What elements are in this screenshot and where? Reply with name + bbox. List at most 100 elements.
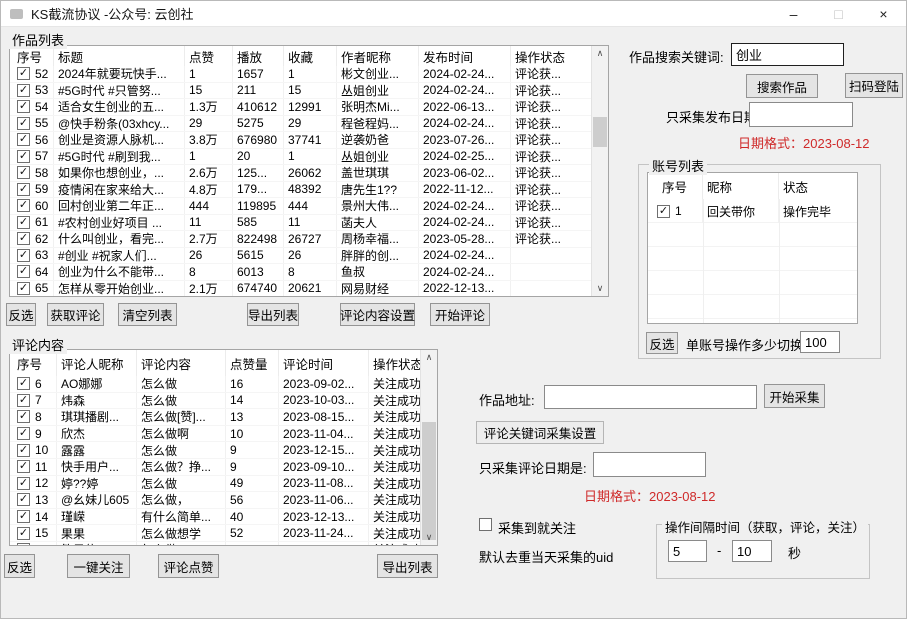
table-row[interactable]: ✓65怎样从零开始创业...2.1万67474020621网易财经2022-12…	[10, 281, 591, 298]
row-checkbox[interactable]: ✓	[17, 460, 30, 473]
scroll-down-icon[interactable]: ∨	[592, 281, 608, 296]
column-header[interactable]: 昵称	[703, 173, 779, 199]
table-row[interactable]: ✓8琪琪播剧...怎么做[赞]...132023-08-15...关注成功	[10, 409, 420, 426]
row-checkbox[interactable]: ✓	[17, 394, 30, 407]
column-header[interactable]: 操作状态	[511, 46, 591, 66]
table-row[interactable]: ✓56创业是资源人脉机...3.8万67698037741逆袭奶爸2023-07…	[10, 132, 591, 149]
row-checkbox[interactable]: ✓	[17, 249, 30, 262]
scroll-up-icon[interactable]: ∧	[421, 350, 437, 365]
table-row[interactable]: ✓11快手用户...怎么做？挣...92023-09-10...关注成功	[10, 459, 420, 476]
column-header[interactable]: 评论时间	[279, 350, 369, 376]
interval-max-input[interactable]	[732, 540, 772, 562]
row-checkbox[interactable]: ✓	[17, 282, 30, 295]
row-checkbox[interactable]: ✓	[17, 84, 30, 97]
row-checkbox[interactable]: ✓	[17, 199, 30, 212]
table-row[interactable]: ✓1回关带你操作完毕	[648, 199, 857, 223]
column-header[interactable]: 评论人昵称	[57, 350, 137, 376]
accounts-invert-button[interactable]: 反选	[646, 332, 678, 354]
account-switch-input[interactable]	[800, 331, 840, 353]
column-header[interactable]: 操作状态	[369, 350, 420, 376]
start-collect-button[interactable]: 开始采集	[764, 384, 825, 408]
column-header[interactable]: 序号	[10, 46, 54, 66]
column-header[interactable]: 点赞量	[226, 350, 279, 376]
comment-date-input[interactable]	[593, 452, 706, 477]
table-row[interactable]: ✓62什么叫创业，看完...2.7万82249826727周杨幸福...2023…	[10, 231, 591, 248]
column-header[interactable]: 发布时间	[419, 46, 511, 66]
close-icon[interactable]: ×	[861, 1, 906, 26]
row-checkbox[interactable]: ✓	[17, 444, 30, 457]
export-comments-button[interactable]: 导出列表	[377, 554, 438, 578]
column-header[interactable]: 序号	[648, 173, 703, 199]
works-invert-button[interactable]: 反选	[6, 303, 36, 326]
row-checkbox[interactable]: ✓	[17, 232, 30, 245]
row-checkbox[interactable]: ✓	[17, 117, 30, 130]
table-row[interactable]: ✓14瑾嵘有什么简单...402023-12-13...关注成功	[10, 509, 420, 526]
follow-on-collect-checkbox[interactable]	[479, 518, 492, 531]
table-row[interactable]: ✓55@快手粉条(03xhcy...29527529程爸程妈...2024-02…	[10, 116, 591, 133]
row-checkbox[interactable]: ✓	[17, 410, 30, 423]
column-header[interactable]: 作者昵称	[337, 46, 419, 66]
comments-scrollbar[interactable]: ∧ ∨	[420, 350, 437, 545]
column-header[interactable]: 收藏	[284, 46, 337, 66]
clear-list-button[interactable]: 清空列表	[118, 303, 177, 326]
scroll-up-icon[interactable]: ∧	[592, 46, 608, 61]
start-comment-button[interactable]: 开始评论	[430, 303, 490, 326]
table-row[interactable]: ✓13@幺妹儿605怎么做，562023-11-06...关注成功	[10, 492, 420, 509]
table-row[interactable]: ✓6AO娜娜怎么做162023-09-02...关注成功	[10, 376, 420, 393]
row-checkbox[interactable]: ✓	[17, 477, 30, 490]
row-checkbox[interactable]: ✓	[657, 205, 670, 218]
export-works-button[interactable]: 导出列表	[247, 303, 299, 326]
comment-keyword-settings-button[interactable]: 评论关键词采集设置	[476, 421, 604, 444]
table-row[interactable]: ✓53#5G时代 #只管努...1521115丛姐创业2024-02-24...…	[10, 83, 591, 100]
table-row[interactable]: ✓522024年就要玩快手...116571彬文创业...2024-02-24.…	[10, 66, 591, 83]
row-checkbox[interactable]: ✓	[17, 265, 30, 278]
table-row[interactable]: ✓16简风信怎么做842024-01-07...关注成功	[10, 542, 420, 546]
table-row[interactable]: ✓58如果你也想创业，...2.6万125...26062盖世琪琪2023-06…	[10, 165, 591, 182]
row-checkbox[interactable]: ✓	[17, 133, 30, 146]
works-scroll-thumb[interactable]	[593, 117, 607, 147]
scan-login-button[interactable]: 扫码登陆	[845, 73, 903, 98]
row-checkbox[interactable]: ✓	[17, 527, 30, 540]
column-header[interactable]: 标题	[54, 46, 185, 66]
row-checkbox[interactable]: ✓	[17, 493, 30, 506]
comment-like-button[interactable]: 评论点赞	[158, 554, 219, 578]
row-checkbox[interactable]: ✓	[17, 427, 30, 440]
table-row[interactable]: ✓7炜森怎么做142023-10-03...关注成功	[10, 393, 420, 410]
table-row[interactable]: ✓61#农村创业好项目 ...1158511菡夫人2024-02-24...评论…	[10, 215, 591, 232]
get-comments-button[interactable]: 获取评论	[47, 303, 104, 326]
table-row[interactable]: ✓57#5G时代 #刷到我...1201丛姐创业2024-02-25...评论获…	[10, 149, 591, 166]
row-checkbox[interactable]: ✓	[17, 100, 30, 113]
row-checkbox[interactable]: ✓	[17, 183, 30, 196]
works-scrollbar[interactable]: ∧ ∨	[591, 46, 608, 296]
table-row[interactable]: ✓64创业为什么不能带...860138鱼叔2024-02-24...	[10, 264, 591, 281]
minimize-icon[interactable]: –	[771, 1, 816, 26]
table-row[interactable]: ✓63#创业 #祝家人们...26561526胖胖的创...2024-02-24…	[10, 248, 591, 265]
row-checkbox[interactable]: ✓	[17, 543, 30, 546]
comments-scroll-thumb[interactable]	[422, 422, 436, 540]
keyword-input[interactable]	[731, 43, 844, 66]
column-header[interactable]: 评论内容	[137, 350, 226, 376]
row-checkbox[interactable]: ✓	[17, 216, 30, 229]
table-row[interactable]: ✓12婷??婷怎么做492023-11-08...关注成功	[10, 476, 420, 493]
row-checkbox[interactable]: ✓	[17, 166, 30, 179]
interval-min-input[interactable]	[668, 540, 707, 562]
table-row[interactable]: ✓54适合女生创业的五...1.3万41061212991张明杰Mi...202…	[10, 99, 591, 116]
column-header[interactable]: 播放	[233, 46, 284, 66]
column-header[interactable]: 点赞	[185, 46, 233, 66]
table-row[interactable]: ✓60回村创业第二年正...444119895444景州大伟...2024-02…	[10, 198, 591, 215]
one-key-follow-button[interactable]: 一键关注	[67, 554, 130, 578]
row-checkbox[interactable]: ✓	[17, 150, 30, 163]
table-row[interactable]: ✓9欣杰怎么做啊102023-11-04...关注成功	[10, 426, 420, 443]
search-works-button[interactable]: 搜索作品	[746, 74, 818, 98]
column-header[interactable]: 状态	[779, 173, 857, 199]
row-checkbox[interactable]: ✓	[17, 67, 30, 80]
work-url-input[interactable]	[544, 385, 757, 409]
table-row[interactable]: ✓15果果怎么做想学522023-11-24...关注成功	[10, 525, 420, 542]
row-checkbox[interactable]: ✓	[17, 510, 30, 523]
comment-settings-button[interactable]: 评论内容设置	[340, 303, 415, 326]
maximize-icon[interactable]: □	[816, 1, 861, 26]
row-checkbox[interactable]: ✓	[17, 377, 30, 390]
scroll-down-icon[interactable]: ∨	[421, 530, 437, 545]
table-row[interactable]: ✓59疫情闲在家来给大...4.8万179...48392唐先生1??2022-…	[10, 182, 591, 199]
publish-date-input[interactable]	[749, 102, 853, 127]
